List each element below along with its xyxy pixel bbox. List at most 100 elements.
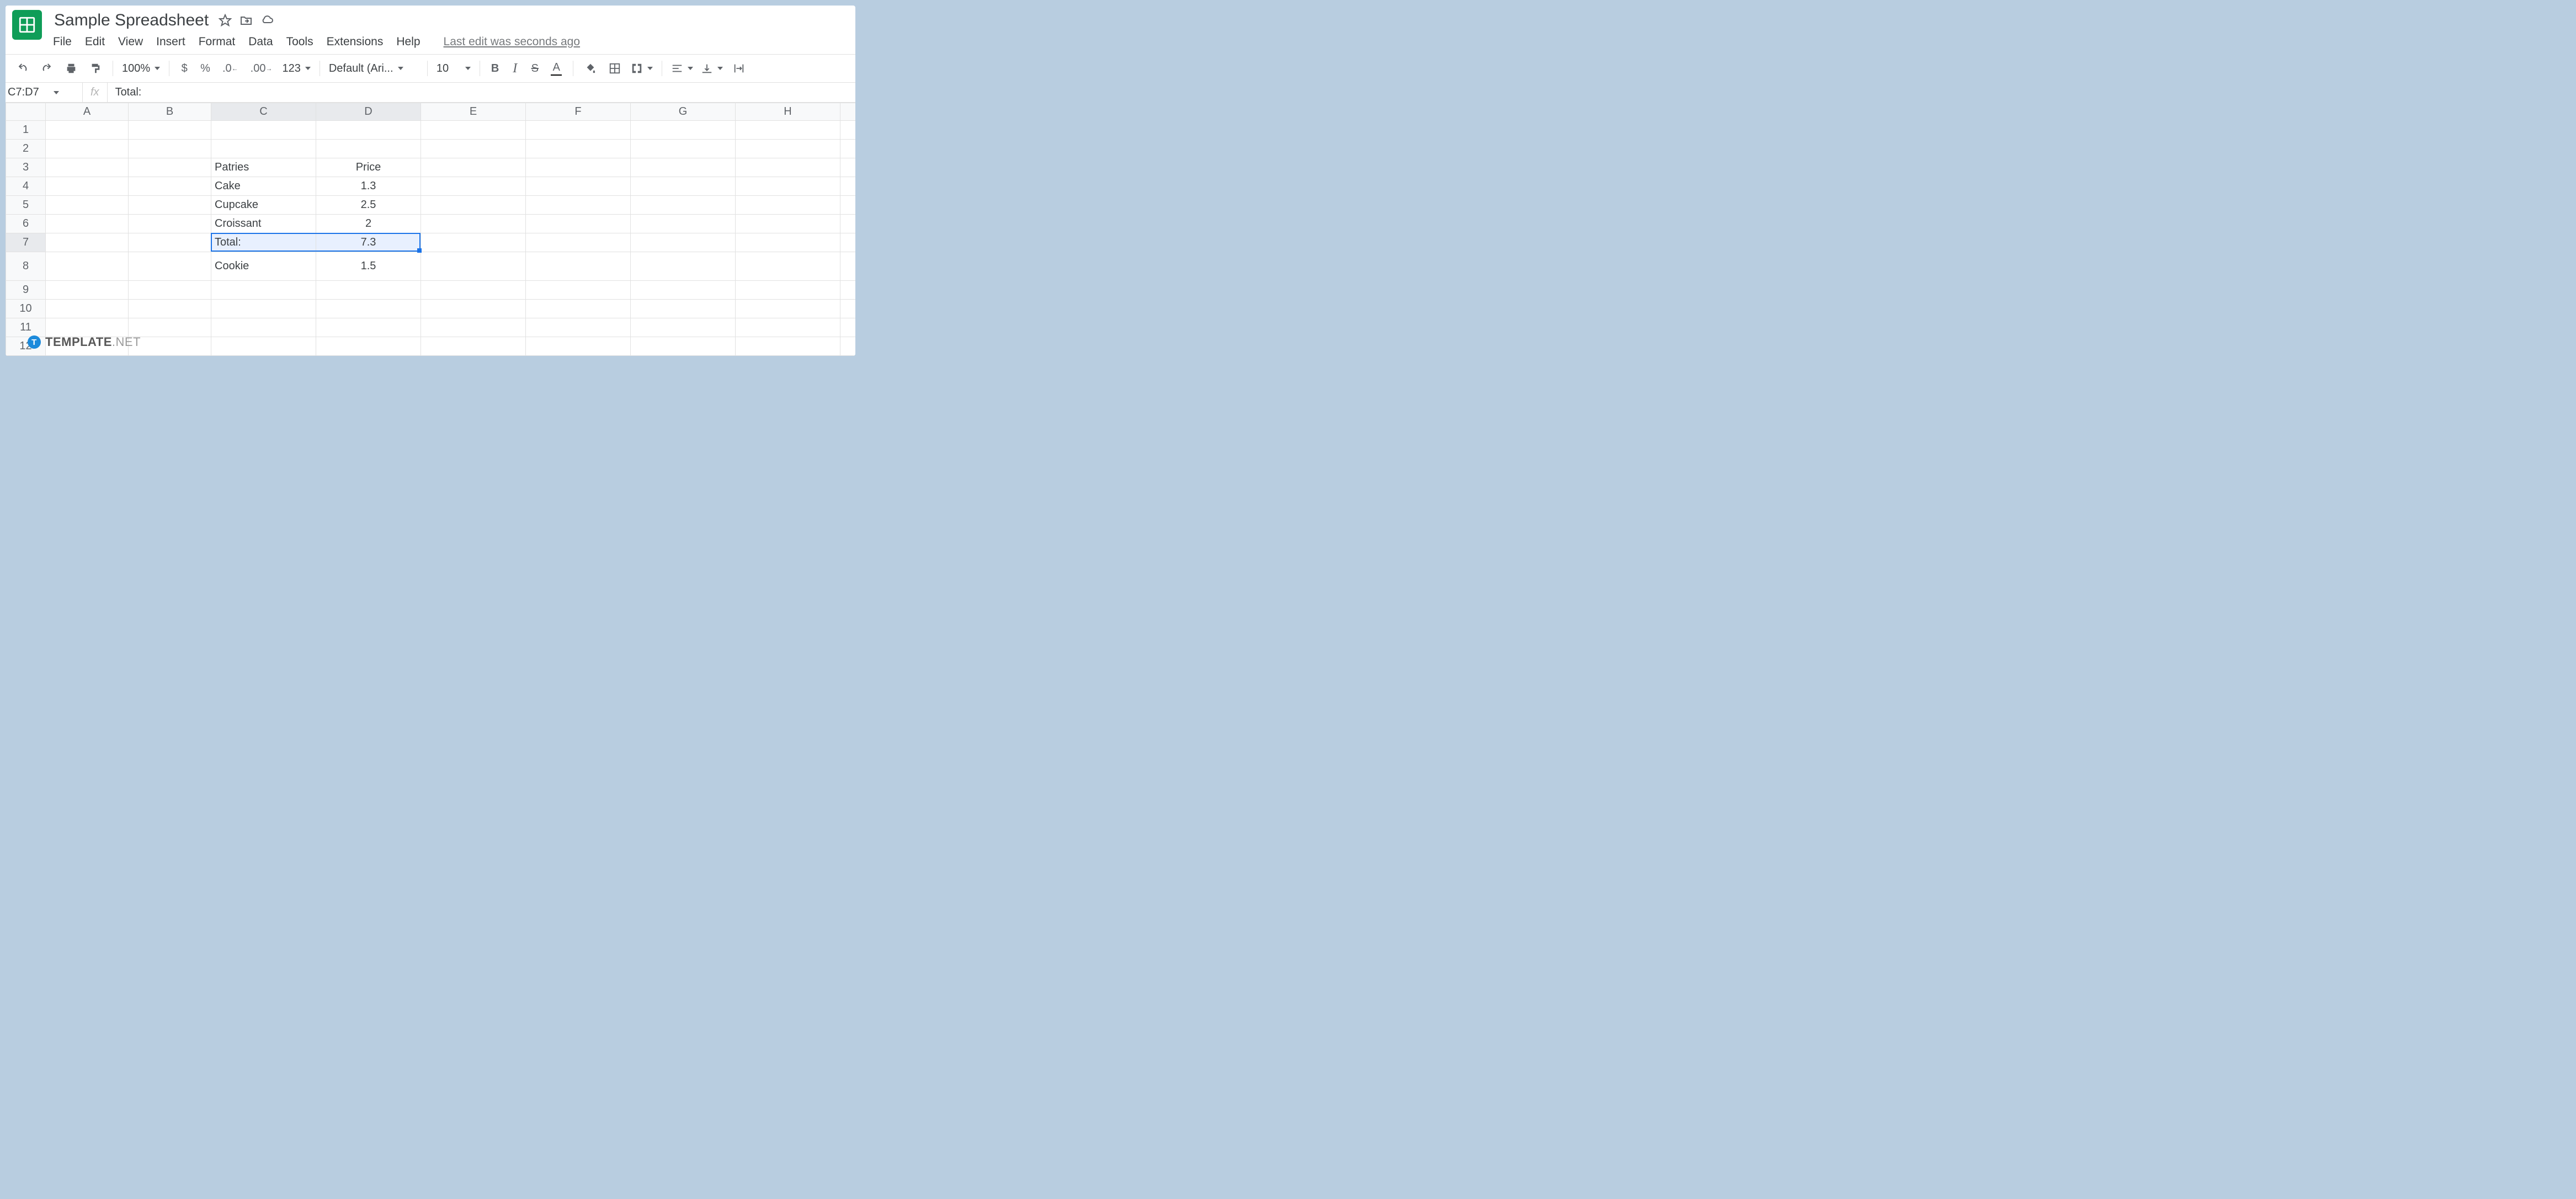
cell[interactable]	[211, 318, 316, 337]
cell[interactable]	[421, 252, 526, 281]
cell[interactable]	[736, 300, 840, 318]
merge-cells-dropdown[interactable]	[629, 60, 655, 77]
row-header-4[interactable]: 4	[6, 177, 46, 196]
cell[interactable]	[46, 177, 129, 196]
cell-d8[interactable]: 1.5	[316, 252, 421, 281]
menu-file[interactable]: File	[53, 35, 72, 49]
row-header-1[interactable]: 1	[6, 121, 46, 140]
cell-d7[interactable]: 7.3	[316, 233, 421, 252]
zoom-dropdown[interactable]: 100%	[120, 60, 162, 77]
cell[interactable]	[840, 158, 856, 177]
cell[interactable]	[316, 337, 421, 356]
font-size-dropdown[interactable]: 10	[434, 60, 473, 77]
row-header-6[interactable]: 6	[6, 215, 46, 233]
more-formats-dropdown[interactable]: 123	[280, 60, 312, 77]
col-header-b[interactable]: B	[129, 103, 211, 121]
col-header-d[interactable]: D	[316, 103, 421, 121]
cell[interactable]	[631, 318, 736, 337]
cell[interactable]	[631, 300, 736, 318]
col-header-c[interactable]: C	[211, 103, 316, 121]
cell[interactable]	[631, 215, 736, 233]
cell[interactable]	[46, 140, 129, 158]
col-header-i[interactable]: I	[840, 103, 856, 121]
text-color-button[interactable]: A	[546, 59, 566, 78]
cell[interactable]	[421, 281, 526, 300]
cell-c4[interactable]: Cake	[211, 177, 316, 196]
cell[interactable]	[421, 158, 526, 177]
row-header-11[interactable]: 11	[6, 318, 46, 337]
cell[interactable]	[736, 337, 840, 356]
menu-extensions[interactable]: Extensions	[327, 35, 384, 49]
cell[interactable]	[421, 177, 526, 196]
cell[interactable]	[526, 318, 631, 337]
strikethrough-button[interactable]: S	[526, 59, 543, 78]
col-header-g[interactable]: G	[631, 103, 736, 121]
cell[interactable]	[316, 140, 421, 158]
cell[interactable]	[631, 121, 736, 140]
cell[interactable]	[840, 140, 856, 158]
print-button[interactable]	[61, 59, 82, 78]
cell[interactable]	[631, 337, 736, 356]
cell[interactable]	[211, 140, 316, 158]
menu-help[interactable]: Help	[396, 35, 420, 49]
cell[interactable]	[631, 252, 736, 281]
cell[interactable]	[46, 233, 129, 252]
cell-c7[interactable]: Total:	[211, 233, 316, 252]
cell-d4[interactable]: 1.3	[316, 177, 421, 196]
cell-d6[interactable]: 2	[316, 215, 421, 233]
format-percent-button[interactable]: %	[196, 59, 215, 78]
last-edit-link[interactable]: Last edit was seconds ago	[444, 35, 581, 49]
cell[interactable]	[526, 140, 631, 158]
cell[interactable]	[129, 196, 211, 215]
cell[interactable]	[421, 233, 526, 252]
cell-c3[interactable]: Patries	[211, 158, 316, 177]
cell[interactable]	[736, 281, 840, 300]
cell[interactable]	[421, 121, 526, 140]
cell[interactable]	[736, 215, 840, 233]
cloud-status-icon[interactable]	[260, 14, 274, 27]
cell-c5[interactable]: Cupcake	[211, 196, 316, 215]
paint-format-button[interactable]	[85, 59, 106, 78]
cell[interactable]	[46, 252, 129, 281]
redo-button[interactable]	[36, 59, 57, 78]
cell[interactable]	[526, 281, 631, 300]
cell[interactable]	[736, 121, 840, 140]
cell[interactable]	[736, 252, 840, 281]
cell[interactable]	[631, 177, 736, 196]
row-header-5[interactable]: 5	[6, 196, 46, 215]
cell[interactable]	[526, 215, 631, 233]
star-icon[interactable]	[219, 14, 232, 27]
cell[interactable]	[46, 300, 129, 318]
cell[interactable]	[631, 233, 736, 252]
cell-d3[interactable]: Price	[316, 158, 421, 177]
cell[interactable]	[46, 158, 129, 177]
cell[interactable]	[526, 196, 631, 215]
row-header-2[interactable]: 2	[6, 140, 46, 158]
cell[interactable]	[840, 337, 856, 356]
row-header-8[interactable]: 8	[6, 252, 46, 281]
col-header-h[interactable]: H	[736, 103, 840, 121]
cell[interactable]	[211, 300, 316, 318]
move-folder-icon[interactable]	[239, 14, 253, 27]
cell[interactable]	[129, 177, 211, 196]
cell[interactable]	[129, 215, 211, 233]
cell[interactable]	[526, 337, 631, 356]
cell[interactable]	[211, 281, 316, 300]
cell-c8[interactable]: Cookie	[211, 252, 316, 281]
cell[interactable]	[840, 300, 856, 318]
col-header-e[interactable]: E	[421, 103, 526, 121]
cell[interactable]	[526, 177, 631, 196]
cell[interactable]	[736, 318, 840, 337]
cell[interactable]	[736, 177, 840, 196]
fill-color-button[interactable]	[580, 59, 601, 78]
cell[interactable]	[631, 196, 736, 215]
cell[interactable]	[840, 281, 856, 300]
menu-insert[interactable]: Insert	[156, 35, 185, 49]
italic-button[interactable]: I	[507, 59, 523, 78]
cell[interactable]	[421, 215, 526, 233]
menu-edit[interactable]: Edit	[85, 35, 105, 49]
cell[interactable]	[736, 196, 840, 215]
cell[interactable]	[46, 215, 129, 233]
cell[interactable]	[526, 233, 631, 252]
cell[interactable]	[840, 177, 856, 196]
